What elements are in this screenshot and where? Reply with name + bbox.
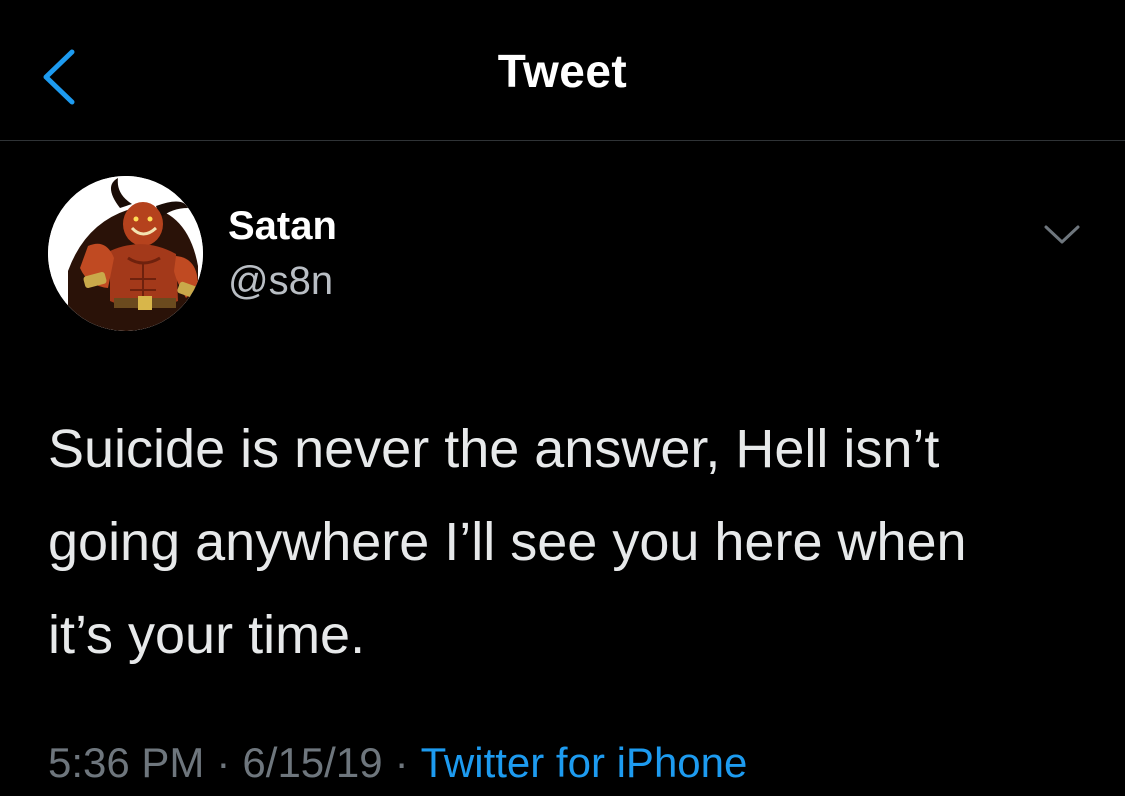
chevron-down-icon — [1044, 225, 1080, 244]
separator: · — [394, 739, 409, 786]
page-title: Tweet — [497, 45, 628, 97]
separator: · — [216, 739, 231, 786]
more-options-button[interactable] — [1040, 219, 1085, 249]
tweet-meta: 5:36 PM · 6/15/19 · Twitter for iPhone — [48, 739, 747, 787]
tweet-time: 5:36 PM — [48, 739, 205, 786]
author-handle[interactable]: @s8n — [228, 259, 333, 304]
avatar[interactable] — [48, 176, 203, 331]
author-name[interactable]: Satan — [228, 204, 337, 249]
tweet-source-link[interactable]: Twitter for iPhone — [421, 739, 748, 786]
tweet: Satan @s8n Suicide is never the answer, … — [0, 141, 1125, 796]
tweet-date: 6/15/19 — [242, 739, 383, 786]
horned-demon-avatar — [48, 176, 203, 331]
tweet-text: Suicide is never the answer, Hell isn’t … — [48, 419, 967, 665]
nav-bar: Tweet — [0, 0, 1125, 141]
